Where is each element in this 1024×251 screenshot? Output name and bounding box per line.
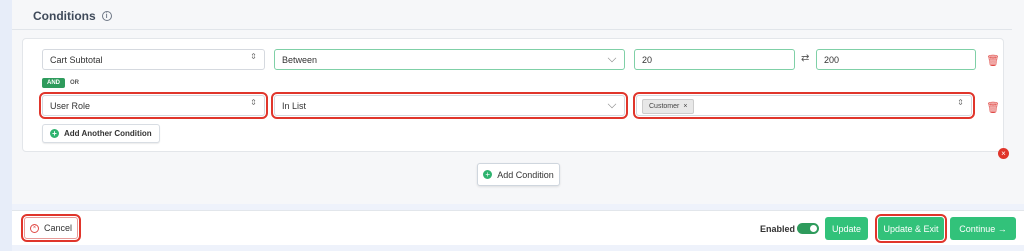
- close-circle-icon: ×: [29, 223, 39, 233]
- operator-select[interactable]: Between: [274, 49, 625, 70]
- continue-button[interactable]: Continue →: [950, 217, 1016, 240]
- condition-field-select-2[interactable]: User Role ⇕: [39, 92, 268, 119]
- operator-value-2: In List: [282, 100, 307, 111]
- enabled-label: Enabled: [760, 224, 796, 234]
- update-button[interactable]: Update: [825, 217, 868, 240]
- footer-bar: × Cancel Enabled Update Update & Exit Co…: [12, 210, 1024, 245]
- update-exit-button[interactable]: Update & Exit: [875, 214, 947, 243]
- info-icon[interactable]: i: [101, 11, 112, 21]
- chevron-down-icon: [607, 99, 617, 109]
- operator-select-2[interactable]: In List: [271, 92, 628, 119]
- cancel-label: Cancel: [43, 223, 72, 233]
- cancel-button[interactable]: × Cancel: [21, 214, 81, 242]
- plus-icon: +: [50, 129, 59, 138]
- role-tag: Customer ×: [642, 99, 695, 114]
- value-to-input[interactable]: 200: [816, 49, 976, 70]
- value-from-input[interactable]: 20: [634, 49, 795, 70]
- enabled-toggle[interactable]: [797, 223, 819, 234]
- add-another-condition-button[interactable]: + Add Another Condition: [42, 124, 160, 143]
- condition-field-value-2: User Role: [50, 100, 91, 111]
- trash-icon[interactable]: 🗑: [986, 101, 1000, 114]
- operator-value: Between: [282, 54, 318, 65]
- add-condition-button[interactable]: + Add Condition: [477, 163, 560, 186]
- remove-group-icon[interactable]: ×: [998, 148, 1009, 159]
- updown-icon: ⇕: [250, 98, 257, 107]
- role-multiselect[interactable]: Customer × ⇕: [633, 92, 975, 119]
- or-button[interactable]: OR: [65, 78, 84, 88]
- panel-title-text: Conditions: [33, 9, 96, 23]
- divider: [12, 29, 1012, 30]
- close-icon[interactable]: ×: [683, 103, 687, 110]
- trash-icon[interactable]: 🗑: [986, 54, 1000, 67]
- role-tag-label: Customer: [649, 103, 680, 110]
- value-to-text: 200: [824, 54, 840, 65]
- logic-toggle: AND OR: [42, 78, 84, 88]
- left-strip: [0, 0, 12, 251]
- and-button[interactable]: AND: [42, 78, 65, 88]
- plus-icon: +: [483, 170, 493, 179]
- condition-field-select[interactable]: Cart Subtotal ⇕: [42, 49, 265, 70]
- condition-field-value: Cart Subtotal: [50, 54, 103, 65]
- value-from-text: 20: [642, 54, 653, 65]
- updown-icon: ⇕: [250, 52, 257, 61]
- add-condition-label: Add Condition: [497, 169, 554, 180]
- add-another-condition-label: Add Another Condition: [64, 129, 152, 138]
- updown-icon: ⇕: [957, 98, 964, 107]
- chevron-down-icon: [607, 53, 617, 63]
- panel-title: Conditions i: [33, 9, 112, 23]
- swap-icon[interactable]: ⇄: [801, 53, 809, 64]
